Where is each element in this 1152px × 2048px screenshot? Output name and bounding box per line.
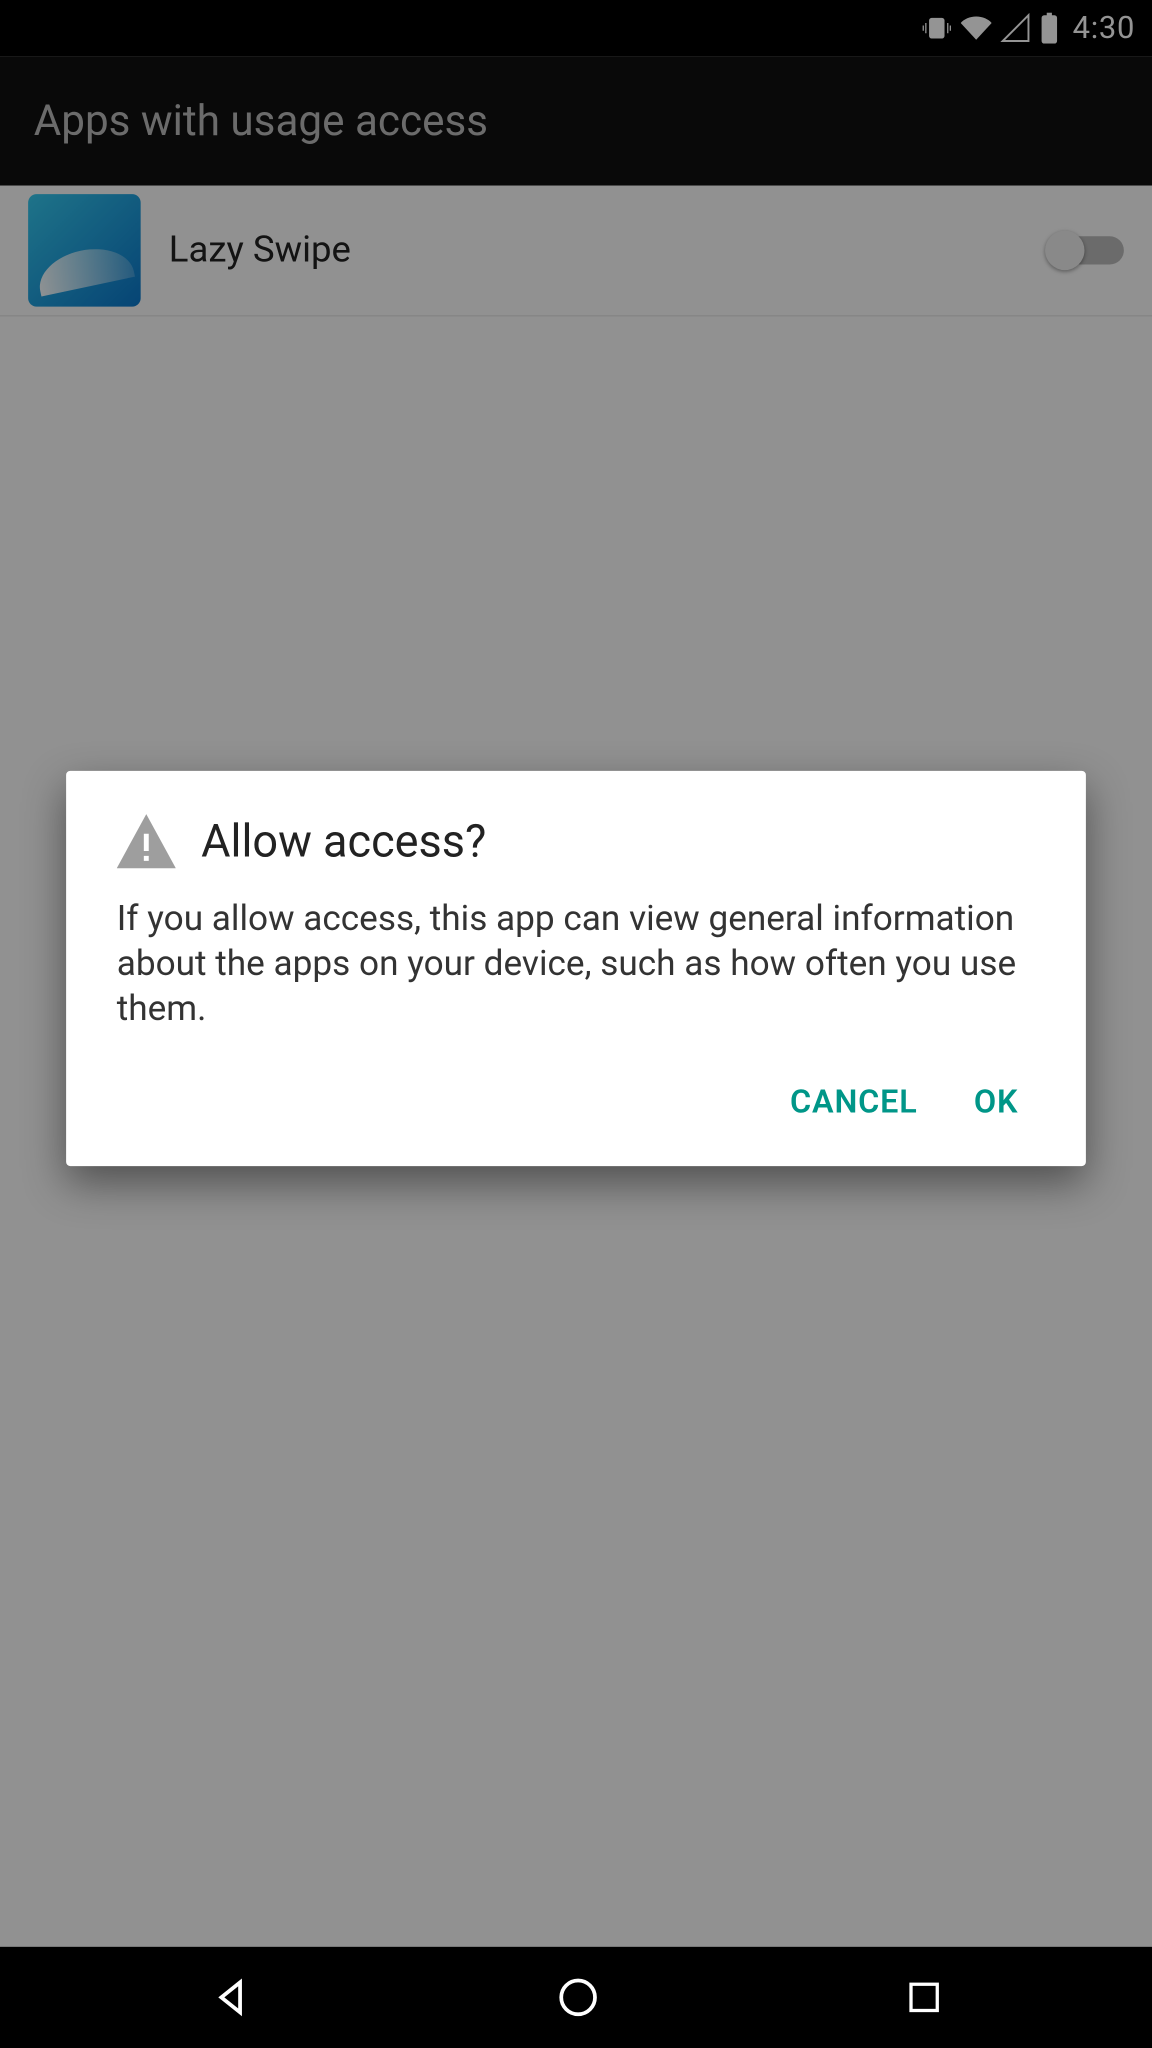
back-button[interactable] — [208, 1975, 253, 2020]
ok-button[interactable]: OK — [974, 1083, 1019, 1121]
recents-button[interactable] — [905, 1978, 944, 2017]
home-button[interactable] — [556, 1975, 601, 2020]
cancel-button[interactable]: CANCEL — [790, 1083, 918, 1121]
dialog-title: Allow access? — [201, 814, 486, 867]
allow-access-dialog: Allow access? If you allow access, this … — [66, 771, 1086, 1166]
warning-icon — [117, 813, 176, 869]
dialog-body-text: If you allow access, this app can view g… — [66, 883, 1086, 1060]
navigation-bar — [0, 1947, 1152, 2048]
